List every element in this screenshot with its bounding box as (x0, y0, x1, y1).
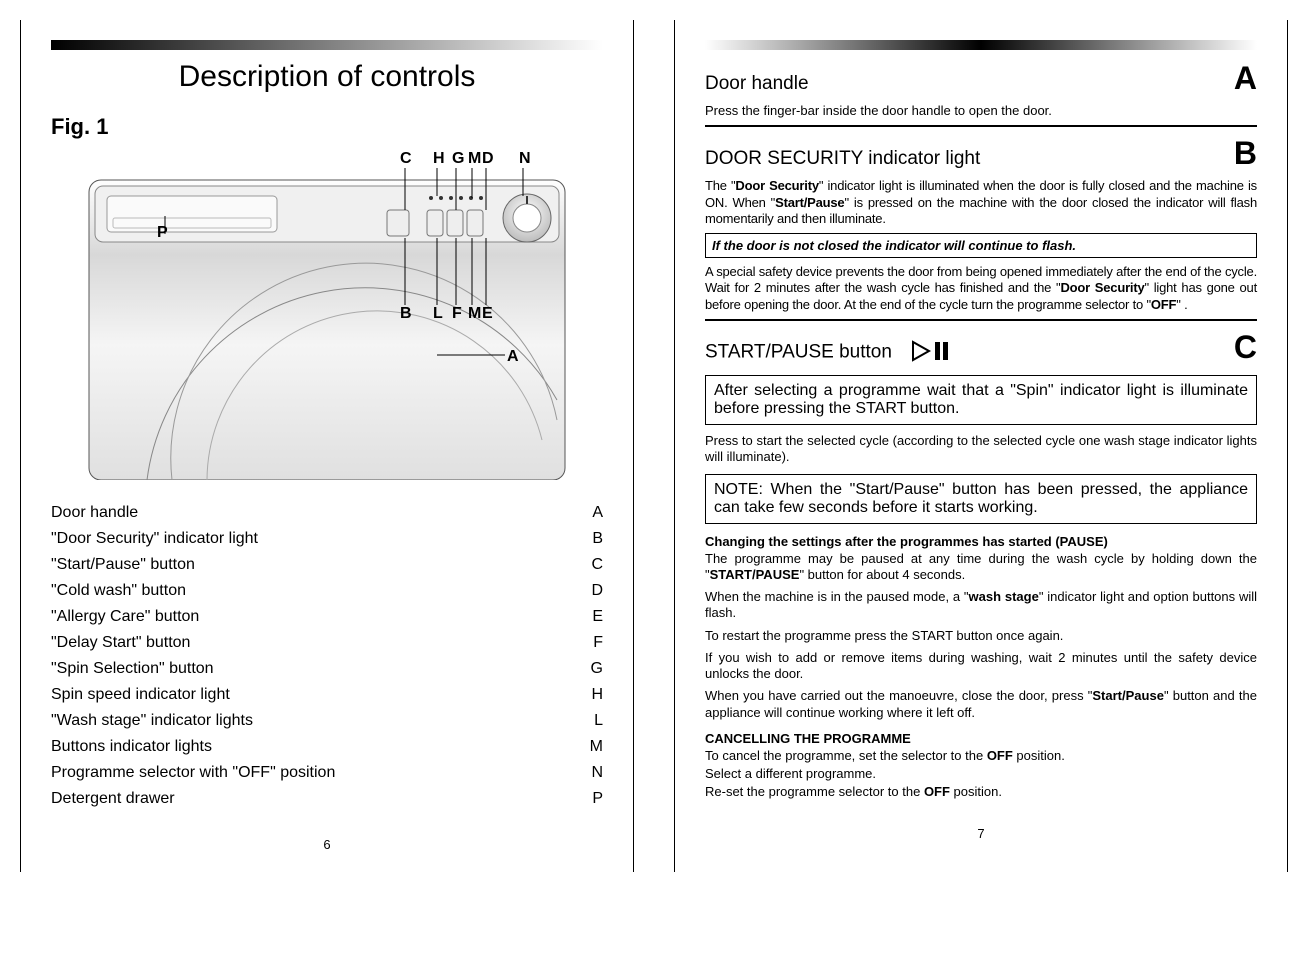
header-bar (705, 40, 1257, 50)
header-bar (51, 40, 603, 50)
callout-h: H (433, 150, 445, 168)
cancel-p3: Re-set the programme selector to the OFF… (705, 784, 1257, 800)
manual-spread: Description of controls Fig. 1 C H G M D… (20, 20, 1288, 872)
washer-diagram-svg (87, 150, 567, 480)
legend-label: Detergent drawer (51, 786, 578, 812)
callout-c: C (400, 150, 412, 168)
legend-label: Spin speed indicator light (51, 682, 578, 708)
legend-label: "Cold wash" button (51, 578, 578, 604)
pause-p5: When you have carried out the manoeuvre,… (705, 688, 1257, 721)
play-pause-icon (911, 340, 955, 367)
legend-label: Door handle (51, 500, 578, 526)
divider (705, 125, 1257, 127)
section-c-box1: After selecting a programme wait that a … (705, 375, 1257, 425)
legend-key: D (578, 578, 603, 604)
legend-key: N (578, 760, 603, 786)
legend-row: "Start/Pause" buttonC (51, 552, 603, 578)
legend-key: H (578, 682, 603, 708)
legend-row: Detergent drawerP (51, 786, 603, 812)
callout-g: G (452, 150, 464, 168)
legend-row: "Spin Selection" buttonG (51, 656, 603, 682)
legend-label: "Delay Start" button (51, 630, 578, 656)
legend-key: B (578, 526, 603, 552)
legend-key: M (578, 734, 603, 760)
callout-n: N (519, 150, 531, 168)
callout-b: B (400, 305, 412, 323)
legend-key: F (578, 630, 603, 656)
legend-label: "Wash stage" indicator lights (51, 708, 578, 734)
legend-row: "Delay Start" buttonF (51, 630, 603, 656)
legend-key: E (578, 604, 603, 630)
callout-l: L (433, 305, 443, 323)
pause-subhead: Changing the settings after the programm… (705, 534, 1257, 549)
section-c-box2: NOTE: When the "Start/Pause" button has … (705, 474, 1257, 524)
page-number: 7 (705, 826, 1257, 841)
section-b-para1: The "Door Security" indicator light is i… (705, 178, 1257, 227)
legend-row: "Cold wash" buttonD (51, 578, 603, 604)
legend-key: G (578, 656, 603, 682)
section-a-title: Door handle (705, 73, 809, 95)
cancel-p2: Select a different programme. (705, 766, 1257, 782)
legend-row: "Allergy Care" buttonE (51, 604, 603, 630)
page-number: 6 (51, 837, 603, 852)
legend-label: Buttons indicator lights (51, 734, 578, 760)
legend-row: Spin speed indicator lightH (51, 682, 603, 708)
callout-e: E (482, 305, 493, 323)
legend-row: "Door Security" indicator lightB (51, 526, 603, 552)
legend-key: L (578, 708, 603, 734)
section-b-note: If the door is not closed the indicator … (705, 233, 1257, 258)
pause-p2: When the machine is in the paused mode, … (705, 589, 1257, 622)
callout-m2: M (468, 305, 481, 323)
section-a-header: Door handle A (705, 60, 1257, 97)
legend-row: Programme selector with "OFF" positionN (51, 760, 603, 786)
callout-p: P (157, 224, 168, 242)
figure-label: Fig. 1 (51, 114, 603, 140)
page-left: Description of controls Fig. 1 C H G M D… (20, 20, 634, 872)
legend-label: Programme selector with "OFF" position (51, 760, 578, 786)
legend-table: Door handleA "Door Security" indicator l… (51, 500, 603, 812)
section-c-para1: Press to start the selected cycle (accor… (705, 433, 1257, 466)
legend-key: C (578, 552, 603, 578)
callout-f: F (452, 305, 462, 323)
pause-p1: The programme may be paused at any time … (705, 551, 1257, 584)
section-b-para2: A special safety device prevents the doo… (705, 264, 1257, 313)
section-b-letter: B (1234, 135, 1257, 172)
legend-row: Door handleA (51, 500, 603, 526)
pause-p3: To restart the programme press the START… (705, 628, 1257, 644)
legend-label: "Door Security" indicator light (51, 526, 578, 552)
section-a-letter: A (1234, 60, 1257, 97)
legend-key: A (578, 500, 603, 526)
legend-label: "Start/Pause" button (51, 552, 578, 578)
legend-label: "Allergy Care" button (51, 604, 578, 630)
pause-p4: If you wish to add or remove items durin… (705, 650, 1257, 683)
legend-label: "Spin Selection" button (51, 656, 578, 682)
legend-row: "Wash stage" indicator lightsL (51, 708, 603, 734)
section-b-header: DOOR SECURITY indicator light B (705, 135, 1257, 172)
cancel-p1: To cancel the programme, set the selecto… (705, 748, 1257, 764)
section-b-title: DOOR SECURITY indicator light (705, 148, 980, 170)
page-right: Door handle A Press the finger-bar insid… (674, 20, 1288, 872)
divider (705, 319, 1257, 321)
callout-a: A (507, 348, 519, 366)
legend-row: Buttons indicator lightsM (51, 734, 603, 760)
page-title: Description of controls (51, 60, 603, 94)
section-c-title: START/PAUSE button (705, 342, 892, 363)
callout-d: D (482, 150, 494, 168)
legend-key: P (578, 786, 603, 812)
callout-m: M (468, 150, 481, 168)
control-diagram: C H G M D N P B L F M E A (87, 150, 567, 480)
section-a-text: Press the finger-bar inside the door han… (705, 103, 1257, 119)
cancel-subhead: CANCELLING THE PROGRAMME (705, 731, 1257, 746)
section-c-header: START/PAUSE button C (705, 329, 1257, 367)
section-c-letter: C (1234, 329, 1257, 366)
